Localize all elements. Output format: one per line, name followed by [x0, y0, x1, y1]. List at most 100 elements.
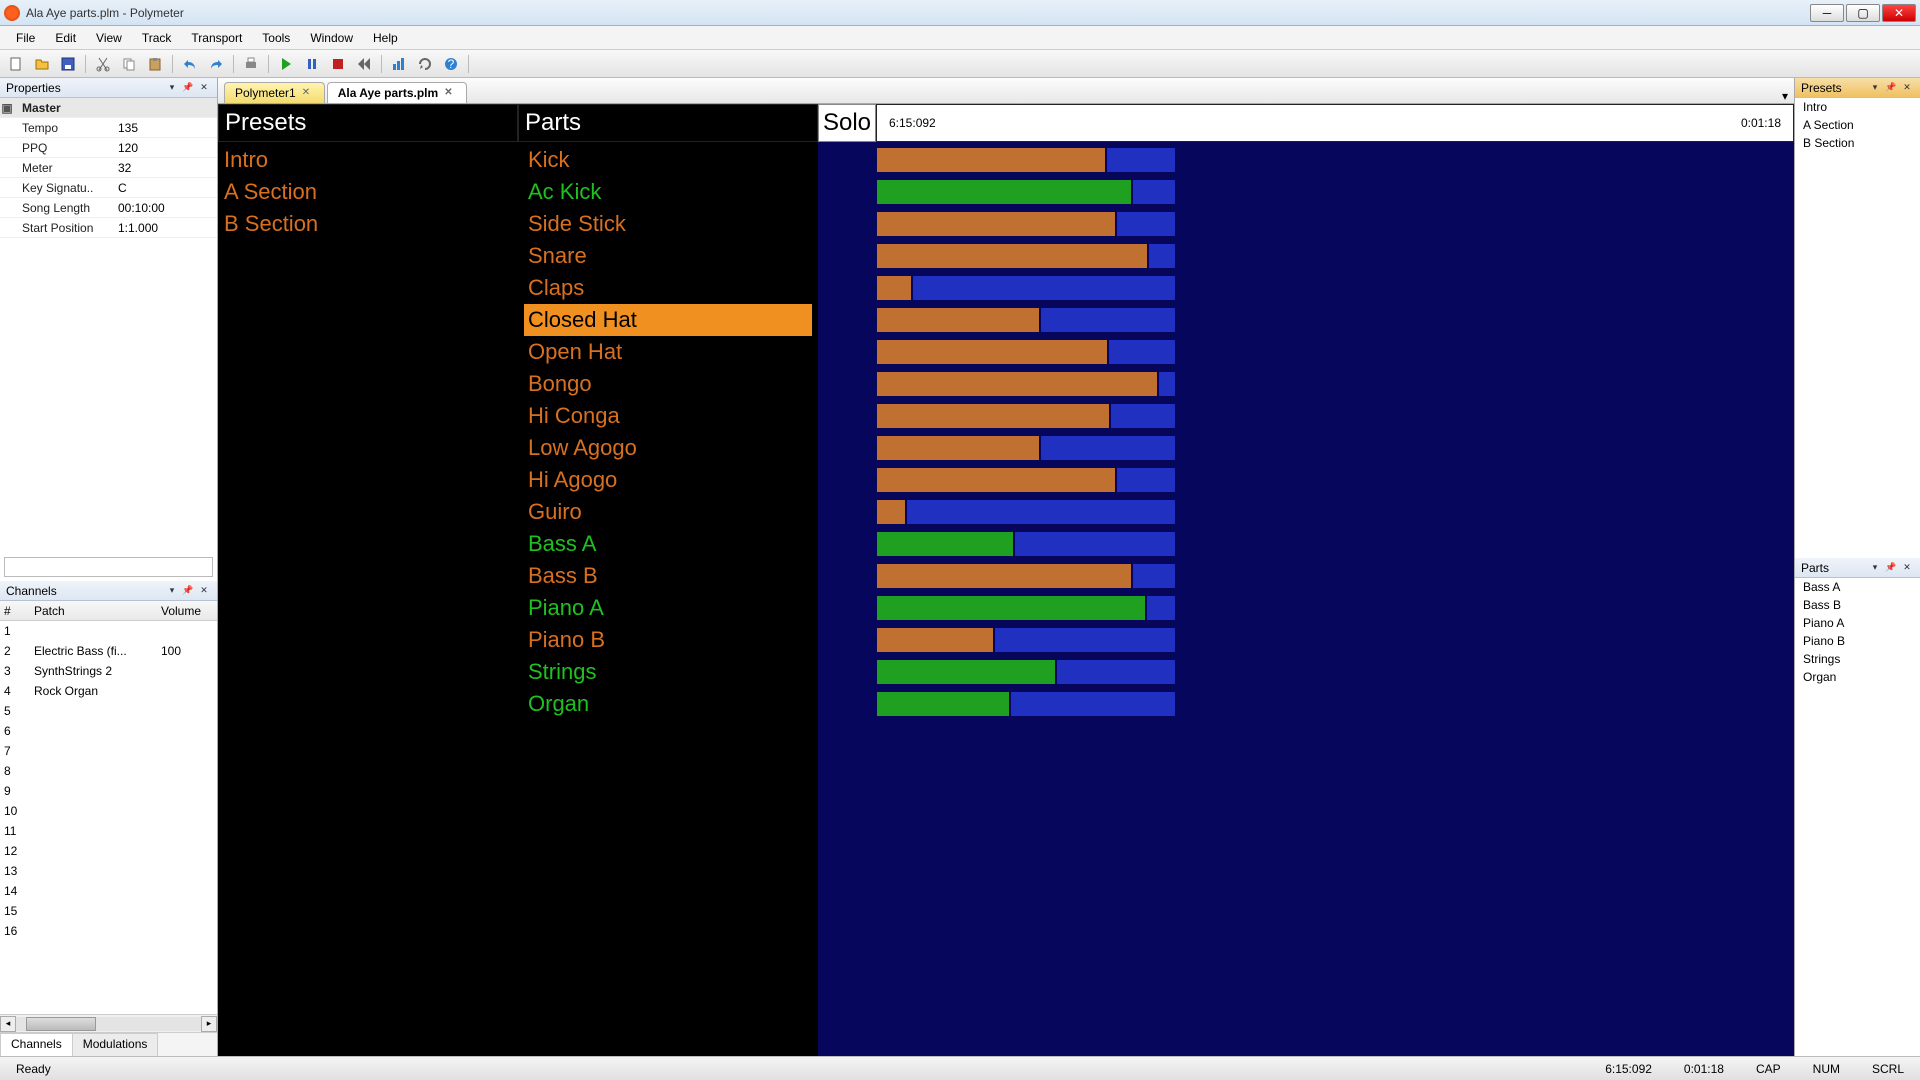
channel-row[interactable]: 5	[0, 701, 217, 721]
bar-segment[interactable]	[876, 531, 1014, 557]
part-item[interactable]: Guiro	[524, 496, 812, 528]
doc-tab[interactable]: Polymeter1✕	[224, 82, 325, 103]
part-item[interactable]: Hi Conga	[524, 400, 812, 432]
channel-volume[interactable]: 100	[157, 644, 217, 658]
close-button[interactable]: ✕	[1882, 4, 1916, 22]
rewind-icon[interactable]	[352, 53, 376, 75]
part-item[interactable]: Organ	[524, 688, 812, 720]
print-icon[interactable]	[239, 53, 263, 75]
preset-item[interactable]: Intro	[224, 144, 512, 176]
channel-row[interactable]: 13	[0, 861, 217, 881]
channel-row[interactable]: 9	[0, 781, 217, 801]
maximize-button[interactable]: ▢	[1846, 4, 1880, 22]
right-parts-header[interactable]: Parts ▾ 📌 ✕	[1795, 558, 1920, 578]
bar-segment[interactable]	[1132, 179, 1176, 205]
bar-segment[interactable]	[1056, 659, 1176, 685]
right-part-item[interactable]: Bass A	[1795, 578, 1920, 596]
property-row[interactable]: Song Length00:10:00	[0, 198, 217, 218]
tab-close-icon[interactable]: ✕	[302, 87, 314, 99]
property-row[interactable]: Meter32	[0, 158, 217, 178]
right-presets-header[interactable]: Presets ▾ 📌 ✕	[1795, 78, 1920, 98]
channel-row[interactable]: 3SynthStrings 2	[0, 661, 217, 681]
bar-row[interactable]	[876, 400, 1794, 432]
save-icon[interactable]	[56, 53, 80, 75]
bar-row[interactable]	[876, 144, 1794, 176]
cut-icon[interactable]	[91, 53, 115, 75]
stop-icon[interactable]	[326, 53, 350, 75]
bar-segment[interactable]	[1040, 307, 1176, 333]
channel-row[interactable]: 8	[0, 761, 217, 781]
bar-segment[interactable]	[876, 371, 1158, 397]
channel-row[interactable]: 2Electric Bass (fi...100	[0, 641, 217, 661]
minimize-button[interactable]: ─	[1810, 4, 1844, 22]
channel-row[interactable]: 15	[0, 901, 217, 921]
bar-segment[interactable]	[876, 563, 1132, 589]
bar-segment[interactable]	[876, 467, 1116, 493]
bar-segment[interactable]	[1010, 691, 1176, 717]
bar-field[interactable]	[876, 142, 1794, 1056]
right-part-item[interactable]: Organ	[1795, 668, 1920, 686]
bar-segment[interactable]	[994, 627, 1176, 653]
bar-row[interactable]	[876, 240, 1794, 272]
channel-row[interactable]: 14	[0, 881, 217, 901]
property-row[interactable]: PPQ120	[0, 138, 217, 158]
channels-tab-channels[interactable]: Channels	[0, 1033, 73, 1056]
bar-segment[interactable]	[876, 627, 994, 653]
bar-segment[interactable]	[1106, 147, 1176, 173]
bar-segment[interactable]	[1148, 243, 1176, 269]
right-presets-close-icon[interactable]: ✕	[1900, 81, 1914, 95]
collapse-icon[interactable]: ▣	[0, 101, 14, 115]
channels-panel-header[interactable]: Channels ▾ 📌 ✕	[0, 581, 217, 601]
open-icon[interactable]	[30, 53, 54, 75]
bar-segment[interactable]	[876, 435, 1040, 461]
tab-overflow-icon[interactable]: ▾	[1782, 89, 1788, 103]
solo-column[interactable]	[818, 142, 876, 1056]
right-presets-pin-icon[interactable]: 📌	[1884, 81, 1898, 95]
right-parts-pin-icon[interactable]: 📌	[1884, 561, 1898, 575]
right-preset-item[interactable]: Intro	[1795, 98, 1920, 116]
bar-segment[interactable]	[876, 307, 1040, 333]
bar-segment[interactable]	[876, 147, 1106, 173]
bar-row[interactable]	[876, 208, 1794, 240]
channels-dropdown-icon[interactable]: ▾	[165, 584, 179, 598]
scroll-left-icon[interactable]: ◂	[0, 1016, 16, 1032]
part-item[interactable]: Hi Agogo	[524, 464, 812, 496]
bar-row[interactable]	[876, 272, 1794, 304]
bar-segment[interactable]	[876, 339, 1108, 365]
channel-row[interactable]: 4Rock Organ	[0, 681, 217, 701]
menu-transport[interactable]: Transport	[181, 29, 252, 47]
part-item[interactable]: Piano B	[524, 624, 812, 656]
bar-segment[interactable]	[912, 275, 1176, 301]
bar-row[interactable]	[876, 656, 1794, 688]
right-part-item[interactable]: Strings	[1795, 650, 1920, 668]
right-preset-item[interactable]: A Section	[1795, 116, 1920, 134]
properties-panel-header[interactable]: Properties ▾ 📌 ✕	[0, 78, 217, 98]
channel-row[interactable]: 16	[0, 921, 217, 941]
property-row[interactable]: Key Signatu..C	[0, 178, 217, 198]
part-item[interactable]: Closed Hat	[524, 304, 812, 336]
bar-row[interactable]	[876, 560, 1794, 592]
preset-item[interactable]: A Section	[224, 176, 512, 208]
menu-window[interactable]: Window	[300, 29, 363, 47]
prop-value[interactable]: 135	[114, 121, 217, 135]
bar-row[interactable]	[876, 624, 1794, 656]
bar-segment[interactable]	[876, 243, 1148, 269]
part-item[interactable]: Kick	[524, 144, 812, 176]
scroll-right-icon[interactable]: ▸	[201, 1016, 217, 1032]
scroll-thumb[interactable]	[26, 1017, 96, 1031]
bar-segment[interactable]	[1110, 403, 1176, 429]
prop-value[interactable]: 32	[114, 161, 217, 175]
bar-row[interactable]	[876, 176, 1794, 208]
bar-row[interactable]	[876, 528, 1794, 560]
bar-row[interactable]	[876, 368, 1794, 400]
bar-row[interactable]	[876, 432, 1794, 464]
properties-group-row[interactable]: ▣ Master	[0, 98, 217, 118]
part-item[interactable]: Ac Kick	[524, 176, 812, 208]
loop-icon[interactable]	[413, 53, 437, 75]
help-icon[interactable]: ?	[439, 53, 463, 75]
bar-segment[interactable]	[1158, 371, 1176, 397]
part-item[interactable]: Bass B	[524, 560, 812, 592]
channel-patch[interactable]: Electric Bass (fi...	[30, 644, 157, 658]
bar-segment[interactable]	[1040, 435, 1176, 461]
part-item[interactable]: Bongo	[524, 368, 812, 400]
